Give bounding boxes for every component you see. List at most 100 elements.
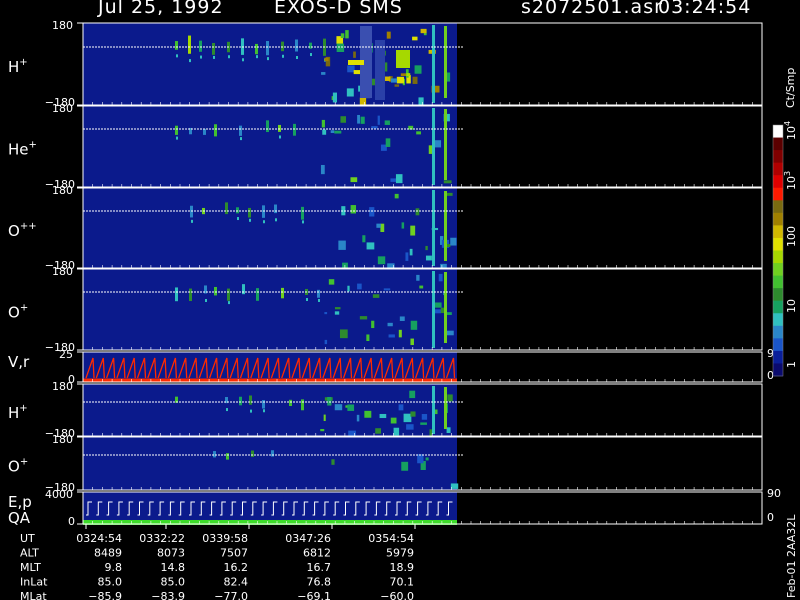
data-speck — [200, 55, 202, 59]
data-pixel — [405, 252, 409, 261]
data-column — [432, 190, 435, 266]
data-streak — [289, 399, 292, 407]
axis-row-value: 18.9 — [390, 561, 415, 574]
data-pixel — [372, 294, 380, 298]
data-speck — [318, 298, 320, 302]
y-max-label: 4000 — [45, 488, 73, 501]
data-pixel — [327, 396, 332, 406]
data-pixel — [401, 222, 405, 229]
panel-7: 180−180O+ — [8, 433, 763, 494]
colorbar-segment — [773, 200, 783, 214]
y-max-label: 180 — [52, 19, 73, 32]
axis-row-value: 0339:58 — [202, 532, 248, 545]
data-streak — [248, 207, 251, 218]
data-pixel — [322, 129, 327, 135]
data-pixel — [394, 193, 399, 199]
colorbar-segment — [773, 275, 783, 289]
data-speck — [205, 299, 207, 303]
colorbar-segment — [773, 225, 783, 239]
data-streak — [271, 450, 274, 457]
data-streak — [251, 450, 254, 457]
data-pixel — [320, 428, 325, 432]
colorbar-tick-label: 103 — [783, 171, 798, 190]
axis-row-value: 16.2 — [224, 561, 249, 574]
data-streak — [213, 451, 216, 458]
data-column — [375, 40, 385, 100]
data-pixel — [347, 285, 350, 292]
data-streak — [212, 42, 215, 55]
data-streak — [295, 39, 298, 52]
data-pixel — [350, 177, 358, 183]
y-max-label: 180 — [52, 265, 73, 278]
axis-row-value: 16.7 — [307, 561, 332, 574]
colorbar-segment — [773, 313, 783, 327]
data-pixel — [410, 320, 418, 330]
data-pixel — [366, 334, 370, 342]
data-speck — [310, 53, 312, 57]
colorbar-segment — [773, 325, 783, 339]
data-pixel — [396, 76, 404, 84]
data-pixel — [434, 309, 442, 314]
axis-row-value: 0347:26 — [285, 532, 331, 545]
data-pixel — [447, 394, 453, 402]
data-streak — [249, 395, 252, 405]
colorbar-segment — [773, 237, 783, 251]
species-label: O+ — [8, 457, 28, 476]
qa-label: QA — [8, 509, 31, 527]
data-streak — [189, 288, 192, 302]
data-streak — [188, 35, 191, 54]
data-pixel — [386, 31, 391, 39]
data-speck — [256, 55, 258, 59]
data-speck — [250, 409, 252, 413]
panel-2: 180−180He+ — [8, 102, 763, 191]
spectrogram-background — [83, 269, 457, 350]
data-speck — [228, 55, 230, 59]
data-speck — [191, 219, 193, 223]
species-label: O++ — [8, 221, 37, 240]
data-pixel — [414, 65, 422, 74]
data-pixel — [331, 459, 335, 465]
data-pixel — [357, 283, 362, 290]
data-streak — [242, 284, 245, 295]
y-max-label: 180 — [52, 184, 73, 197]
data-pixel — [388, 334, 395, 338]
colorbar-segment — [773, 175, 783, 189]
data-speck — [279, 135, 281, 139]
data-pixel — [406, 73, 411, 77]
data-pixel — [334, 311, 340, 315]
species-label: V,r — [8, 353, 30, 371]
species-label: H+ — [8, 57, 28, 76]
colorbar-segment — [773, 300, 783, 314]
data-streak — [239, 125, 242, 136]
axis-row-label: UT — [20, 532, 35, 545]
axis-row-value: 0354:54 — [368, 532, 414, 545]
y-max-label: 25 — [59, 348, 73, 361]
axis-row-value: 8073 — [157, 547, 185, 560]
data-speck — [282, 54, 284, 58]
panel-5: 250V,r900 — [8, 347, 781, 386]
data-streak — [236, 207, 239, 214]
data-pixel — [364, 410, 372, 418]
data-pixel — [446, 330, 454, 336]
colorbar-tick-label: 100 — [785, 226, 798, 247]
data-pixel — [443, 180, 452, 184]
colorbar-segment — [773, 363, 783, 377]
data-speck — [275, 218, 277, 222]
footer-stamp: Feb-01 2AA32L — [785, 514, 798, 598]
data-speck — [213, 55, 215, 59]
data-pixel — [409, 390, 416, 399]
data-streak — [317, 289, 320, 298]
axis-row-label: MLT — [20, 561, 41, 574]
data-pixel — [338, 240, 346, 250]
data-pixel — [332, 92, 338, 103]
axis-row-value: 0324:54 — [76, 532, 122, 545]
data-pixel — [377, 115, 380, 125]
spectrogram-figure: 180−180H+180−180He+180−180O++180−180O+25… — [8, 19, 798, 600]
data-streak — [262, 400, 265, 409]
panel-6: 180−180H+ — [8, 380, 763, 440]
data-pixel — [347, 65, 355, 73]
data-pixel — [362, 235, 366, 243]
data-pixel — [371, 320, 375, 329]
data-pixel — [350, 205, 357, 214]
data-streak — [255, 43, 258, 55]
